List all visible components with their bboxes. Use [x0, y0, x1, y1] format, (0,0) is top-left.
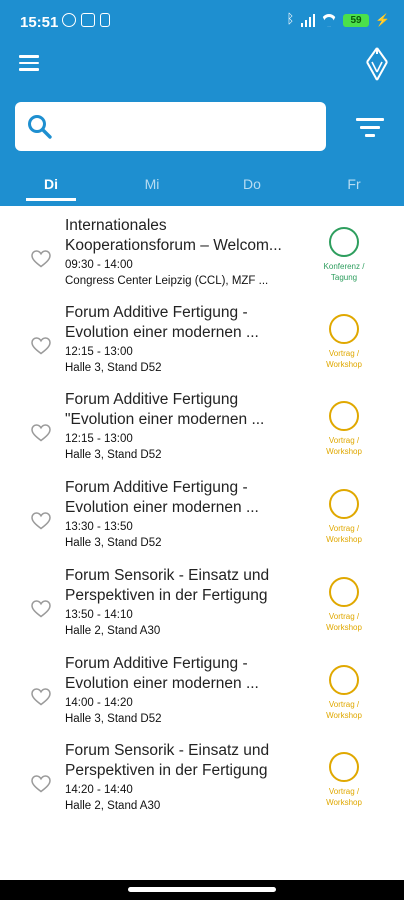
event-time: 13:30 - 13:50: [65, 521, 133, 533]
home-gesture-handle[interactable]: [128, 887, 276, 892]
type-label-line1: Vortrag /: [328, 612, 360, 621]
day-tabs: Di Mi Do Fr: [0, 168, 404, 206]
notification-icons: [62, 13, 110, 27]
event-title-line2: Evolution einer modernen ...: [65, 499, 259, 516]
event-location: Halle 3, Stand D52: [65, 449, 162, 461]
event-title-line2: Evolution einer modernen ...: [65, 324, 259, 341]
signal-icon: [300, 13, 316, 27]
event-location: Halle 2, Stand A30: [65, 800, 161, 812]
event-type-badge: Vortrag / Workshop: [318, 314, 370, 370]
favorite-heart-icon[interactable]: [31, 250, 51, 268]
status-bar: 15:51 59 ⚡: [0, 0, 404, 44]
event-type-badge: Konferenz / Tagung: [318, 227, 370, 283]
event-title-line1: Forum Additive Fertigung: [65, 391, 239, 408]
event-location: Halle 3, Stand D52: [65, 713, 162, 725]
alarm-icon: [62, 13, 76, 27]
event-title-line1: Forum Sensorik - Einsatz und: [65, 567, 270, 584]
event-type-badge: Vortrag / Workshop: [318, 665, 370, 721]
search-input[interactable]: [67, 102, 321, 153]
event-location: Halle 3, Stand D52: [65, 362, 162, 374]
tab-di[interactable]: Di: [21, 176, 81, 192]
event-time: 12:15 - 13:00: [65, 346, 133, 358]
hamburger-menu-icon[interactable]: [19, 55, 39, 71]
battery-icon: 59: [343, 13, 370, 27]
type-circle-icon: [329, 489, 359, 519]
type-label-line2: Workshop: [326, 798, 362, 807]
status-time: 15:51: [20, 14, 59, 31]
type-label-line2: Workshop: [326, 711, 362, 720]
event-location: Halle 3, Stand D52: [65, 537, 162, 549]
event-title-line2: "Evolution einer modernen ...: [65, 411, 265, 428]
search-icon: [28, 115, 52, 139]
app-bar: 15:51 59 ⚡: [0, 0, 404, 206]
system-icons: 59 ⚡: [287, 11, 390, 27]
event-title-line2: Evolution einer modernen ...: [65, 675, 259, 692]
type-label-line2: Tagung: [330, 273, 358, 282]
filter-icon[interactable]: [356, 118, 384, 138]
event-type-badge: Vortrag / Workshop: [318, 489, 370, 545]
app-logo-icon: [366, 47, 388, 81]
event-item[interactable]: Forum Additive Fertigung - Evolution ein…: [0, 303, 404, 391]
event-title-line1: Forum Additive Fertigung -: [65, 479, 248, 496]
event-item[interactable]: Internationales Kooperationsforum – Welc…: [0, 216, 404, 304]
event-title-line2: Perspektiven in der Fertigung: [65, 587, 268, 604]
type-label-line1: Vortrag /: [328, 700, 360, 709]
calendar-icon: [81, 13, 95, 27]
type-label-line1: Vortrag /: [328, 787, 360, 796]
type-circle-icon: [329, 752, 359, 782]
type-label-line1: Vortrag /: [328, 436, 360, 445]
data-saver-icon: [100, 13, 110, 27]
favorite-heart-icon[interactable]: [31, 688, 51, 706]
event-time: 09:30 - 14:00: [65, 259, 133, 271]
event-time: 14:20 - 14:40: [65, 784, 133, 796]
event-time: 13:50 - 14:10: [65, 609, 133, 621]
event-type-badge: Vortrag / Workshop: [318, 577, 370, 633]
type-circle-icon: [329, 665, 359, 695]
event-location: Halle 2, Stand A30: [65, 625, 161, 637]
favorite-heart-icon[interactable]: [31, 424, 51, 442]
event-title-line1: Forum Additive Fertigung -: [65, 655, 248, 672]
favorite-heart-icon[interactable]: [31, 775, 51, 793]
event-item[interactable]: Forum Additive Fertigung - Evolution ein…: [0, 654, 404, 742]
favorite-heart-icon[interactable]: [31, 512, 51, 530]
charging-icon: ⚡: [375, 13, 390, 27]
type-circle-icon: [329, 227, 359, 257]
event-title-line1: Forum Additive Fertigung -: [65, 304, 248, 321]
search-box[interactable]: [15, 102, 326, 153]
event-location: Congress Center Leipzig (CCL), MZF ...: [65, 275, 269, 287]
tab-do[interactable]: Do: [222, 176, 282, 192]
event-item[interactable]: Forum Additive Fertigung "Evolution eine…: [0, 390, 404, 478]
event-item[interactable]: Forum Sensorik - Einsatz und Perspektive…: [0, 566, 404, 654]
active-tab-indicator: [26, 198, 76, 201]
wifi-icon: [321, 14, 337, 27]
bluetooth-icon: [287, 11, 295, 27]
type-label-line1: Konferenz /: [323, 262, 365, 271]
type-label-line2: Workshop: [326, 535, 362, 544]
event-item[interactable]: Forum Additive Fertigung - Evolution ein…: [0, 478, 404, 566]
favorite-heart-icon[interactable]: [31, 337, 51, 355]
event-title-line1: Internationales: [65, 217, 167, 234]
event-time: 14:00 - 14:20: [65, 697, 133, 709]
tab-fr[interactable]: Fr: [324, 176, 384, 192]
event-type-badge: Vortrag / Workshop: [318, 752, 370, 808]
favorite-heart-icon[interactable]: [31, 600, 51, 618]
type-label-line2: Workshop: [326, 447, 362, 456]
event-title-line2: Kooperationsforum – Welcom...: [65, 237, 282, 254]
type-circle-icon: [329, 577, 359, 607]
type-circle-icon: [329, 314, 359, 344]
event-type-badge: Vortrag / Workshop: [318, 401, 370, 457]
event-time: 12:15 - 13:00: [65, 433, 133, 445]
event-title-line1: Forum Sensorik - Einsatz und: [65, 742, 270, 759]
type-label-line1: Vortrag /: [328, 524, 360, 533]
event-item[interactable]: Forum Sensorik - Einsatz und Perspektive…: [0, 741, 404, 829]
type-label-line1: Vortrag /: [328, 349, 360, 358]
type-label-line2: Workshop: [326, 623, 362, 632]
tab-mi[interactable]: Mi: [122, 176, 182, 192]
type-label-line2: Workshop: [326, 360, 362, 369]
type-circle-icon: [329, 401, 359, 431]
event-title-line2: Perspektiven in der Fertigung: [65, 762, 268, 779]
system-navigation-bar: [0, 880, 404, 900]
